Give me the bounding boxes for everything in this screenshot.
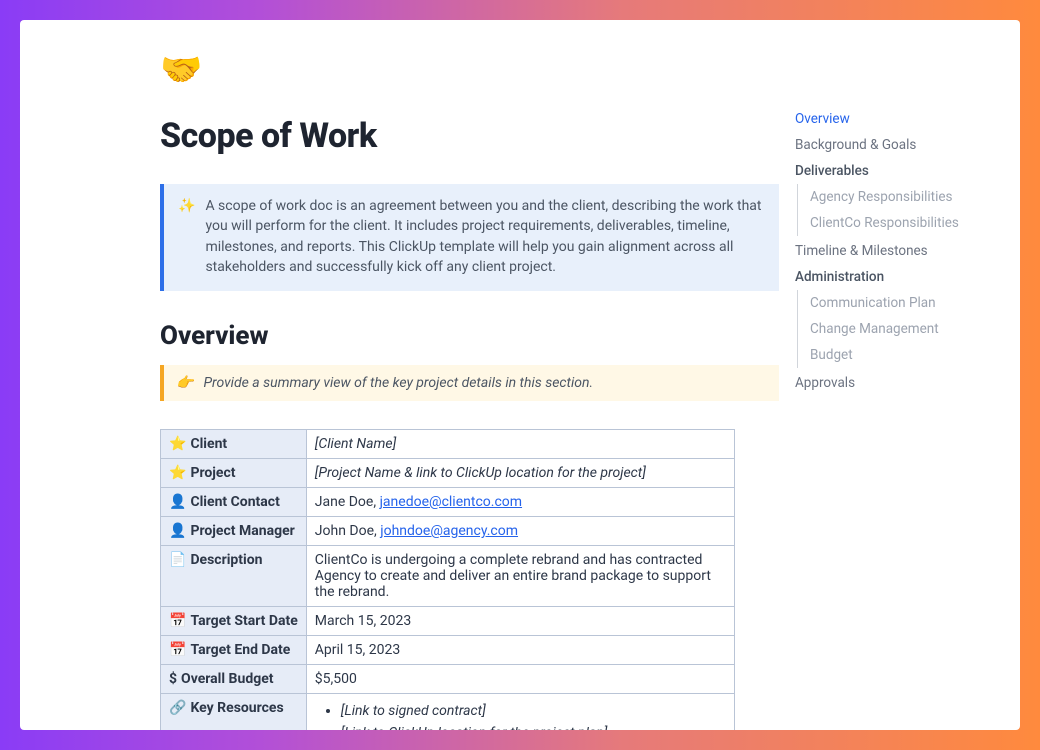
row-icon: 📅 [169, 642, 186, 658]
table-row[interactable]: 📄DescriptionClientCo is undergoing a com… [161, 546, 735, 607]
project-details-table[interactable]: ⭐Client[Client Name]⭐Project[Project Nam… [160, 429, 735, 730]
row-icon: $ [169, 671, 177, 687]
row-icon: 📅 [169, 613, 186, 629]
row-icon: 📄 [169, 552, 186, 568]
row-label: 📄Description [161, 546, 307, 607]
toc-subgroup: Communication PlanChange ManagementBudge… [797, 290, 998, 368]
toc-subitem[interactable]: Communication Plan [810, 290, 998, 316]
toc-subitem[interactable]: ClientCo Responsibilities [810, 210, 998, 236]
toc-item[interactable]: Administration [795, 264, 998, 290]
toc-subitem[interactable]: Change Management [810, 316, 998, 342]
row-value[interactable]: ClientCo is undergoing a complete rebran… [306, 546, 734, 607]
row-icon: 👤 [169, 523, 186, 539]
link-icon: 🔗 [169, 700, 186, 716]
row-icon: ⭐ [169, 465, 186, 481]
document-body: 🤝 Scope of Work ✨ A scope of work doc is… [20, 20, 795, 730]
row-icon: 👤 [169, 494, 186, 510]
list-item[interactable]: [Link to ClickUp location for the projec… [341, 722, 726, 730]
email-link[interactable]: johndoe@agency.com [380, 523, 518, 539]
row-value[interactable]: Jane Doe, janedoe@clientco.com [306, 488, 734, 517]
table-row[interactable]: 👤Client ContactJane Doe, janedoe@clientc… [161, 488, 735, 517]
row-label: $Overall Budget [161, 665, 307, 694]
table-row[interactable]: 👤Project ManagerJohn Doe, johndoe@agency… [161, 517, 735, 546]
row-label: 👤Client Contact [161, 488, 307, 517]
row-value[interactable]: John Doe, johndoe@agency.com [306, 517, 734, 546]
overview-hint[interactable]: 👉 Provide a summary view of the key proj… [160, 365, 779, 401]
table-of-contents: OverviewBackground & GoalsDeliverablesAg… [795, 20, 1020, 730]
row-value[interactable]: [Link to signed contract][Link to ClickU… [306, 694, 734, 730]
row-label: 📅Target End Date [161, 636, 307, 665]
table-row[interactable]: 📅Target End DateApril 15, 2023 [161, 636, 735, 665]
page-title[interactable]: Scope of Work [160, 116, 779, 156]
list-item[interactable]: [Link to signed contract] [341, 700, 726, 722]
row-value[interactable]: April 15, 2023 [306, 636, 734, 665]
table-row[interactable]: ⭐Client[Client Name] [161, 430, 735, 459]
pointing-hand-icon: 👉 [176, 375, 193, 391]
row-label: 🔗Key Resources [161, 694, 307, 730]
toc-item[interactable]: Approvals [795, 370, 998, 396]
toc-subgroup: Agency ResponsibilitiesClientCo Responsi… [797, 184, 998, 236]
email-link[interactable]: janedoe@clientco.com [380, 494, 522, 510]
toc-item[interactable]: Background & Goals [795, 132, 998, 158]
toc-item[interactable]: Timeline & Milestones [795, 238, 998, 264]
toc-subitem[interactable]: Agency Responsibilities [810, 184, 998, 210]
row-label: ⭐Client [161, 430, 307, 459]
row-label: 📅Target Start Date [161, 607, 307, 636]
table-row[interactable]: $Overall Budget$5,500 [161, 665, 735, 694]
table-row[interactable]: 📅Target Start DateMarch 15, 2023 [161, 607, 735, 636]
intro-callout[interactable]: ✨ A scope of work doc is an agreement be… [160, 184, 779, 291]
intro-callout-text: A scope of work doc is an agreement betw… [205, 196, 763, 277]
overview-heading[interactable]: Overview [160, 321, 779, 351]
sparkles-icon: ✨ [178, 196, 195, 277]
page-emoji[interactable]: 🤝 [160, 50, 779, 90]
row-value[interactable]: [Project Name & link to ClickUp location… [306, 459, 734, 488]
toc-item[interactable]: Overview [795, 106, 998, 132]
toc-subitem[interactable]: Budget [810, 342, 998, 368]
row-value[interactable]: $5,500 [306, 665, 734, 694]
table-row[interactable]: ⭐Project[Project Name & link to ClickUp … [161, 459, 735, 488]
row-value[interactable]: March 15, 2023 [306, 607, 734, 636]
row-label: ⭐Project [161, 459, 307, 488]
toc-item[interactable]: Deliverables [795, 158, 998, 184]
document-window: 🤝 Scope of Work ✨ A scope of work doc is… [20, 20, 1020, 730]
row-icon: ⭐ [169, 436, 186, 452]
table-row[interactable]: 🔗Key Resources [Link to signed contract][… [161, 694, 735, 730]
row-value[interactable]: [Client Name] [306, 430, 734, 459]
row-label: 👤Project Manager [161, 517, 307, 546]
resources-list: [Link to signed contract][Link to ClickU… [315, 700, 726, 730]
overview-hint-text: Provide a summary view of the key projec… [203, 375, 593, 391]
